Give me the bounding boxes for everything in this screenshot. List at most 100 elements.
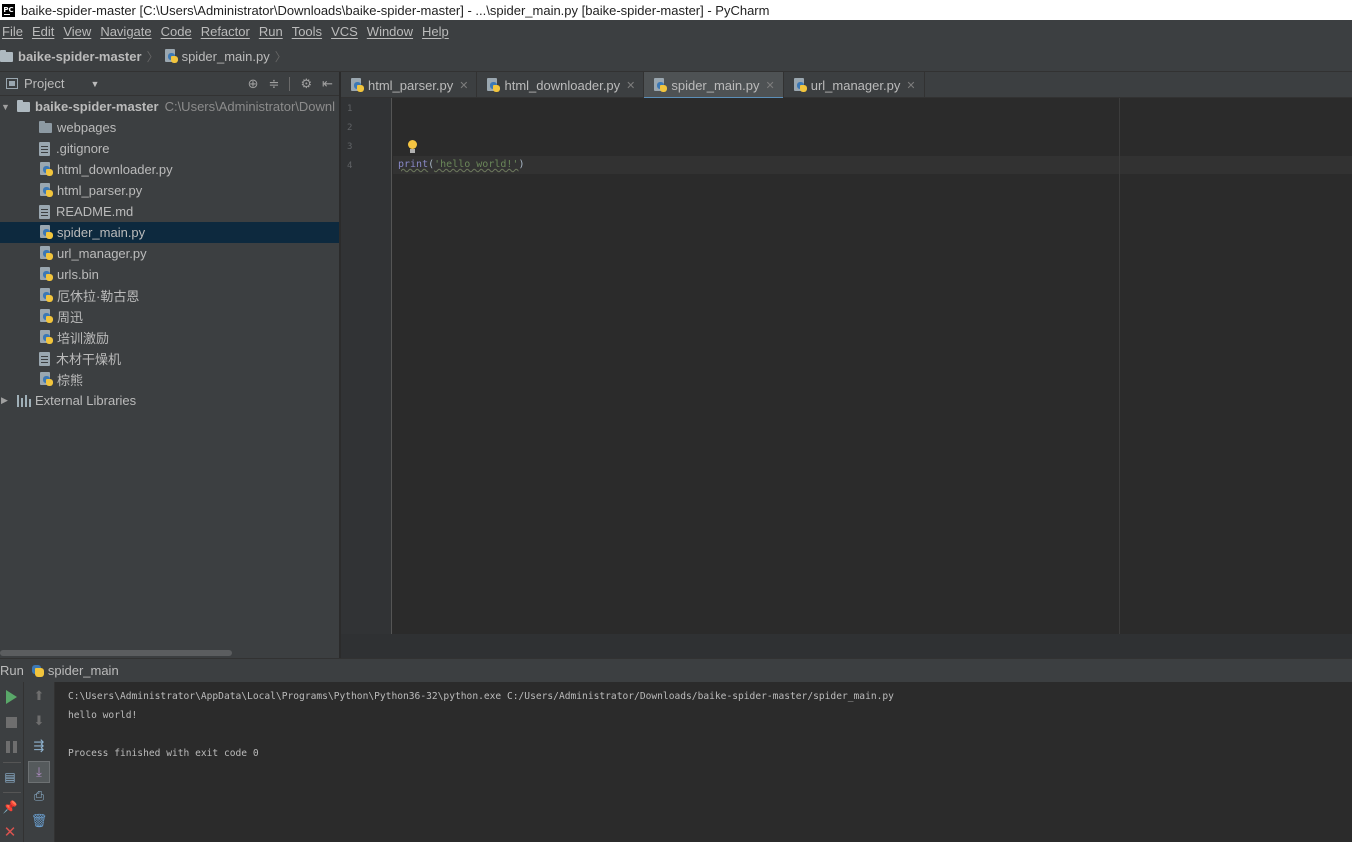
rerun-button[interactable] [3, 689, 19, 705]
run-toolbar-secondary: ⬆ ⬇ ⇶ ⤓ ⎙ 🗑 [24, 682, 55, 842]
tree-item-label: 培训激励 [57, 331, 110, 346]
tree-item-label: html_parser.py [57, 183, 143, 198]
line-number-gutter: 1 2 3 4 [341, 98, 392, 634]
tree-item-label: urls.bin [57, 267, 99, 282]
menu-code[interactable]: Code [157, 24, 196, 39]
tree-item-label: html_downloader.py [57, 162, 173, 177]
tree-item-spider-main[interactable]: spider_main.py [0, 222, 339, 243]
collapse-all-icon[interactable]: ≑ [269, 76, 280, 92]
hide-panel-icon[interactable]: ⇤ [322, 76, 333, 92]
window-title: baike-spider-master [C:\Users\Administra… [21, 2, 770, 18]
libraries-icon [17, 394, 31, 407]
pause-button[interactable] [3, 739, 19, 755]
menu-edit[interactable]: Edit [28, 24, 58, 39]
tree-item-label: 周迅 [57, 310, 84, 325]
tree-item-file[interactable]: 棕熊 [0, 369, 339, 390]
restore-layout-button[interactable]: ▤ [2, 769, 18, 785]
toolbar-divider [3, 762, 21, 763]
project-tree: ▼ baike-spider-master C:\Users\Administr… [0, 96, 339, 411]
menu-help[interactable]: Help [418, 24, 453, 39]
folder-icon [39, 120, 52, 133]
chevron-down-icon[interactable]: ▼ [90, 79, 99, 89]
code-editor[interactable]: 1 2 3 4 print('hello world!') [341, 98, 1352, 634]
python-file-icon [39, 246, 53, 261]
soft-wrap-button[interactable]: ⇶ [31, 738, 47, 754]
horizontal-scrollbar[interactable] [0, 650, 232, 656]
project-view-icon [6, 78, 18, 89]
scroll-down-button[interactable]: ⬇ [31, 713, 47, 729]
line-number: 2 [347, 123, 353, 133]
menu-vcs[interactable]: VCS [327, 24, 362, 39]
gear-icon[interactable]: ⚙ [300, 76, 312, 92]
scroll-up-button[interactable]: ⬆ [31, 688, 47, 704]
soft-wrap-icon: ⇶ [33, 738, 45, 753]
python-file-icon [39, 162, 53, 177]
tab-html-downloader[interactable]: html_downloader.py ✕ [477, 72, 645, 98]
close-icon[interactable]: ✕ [459, 79, 468, 92]
tree-item-html-parser[interactable]: html_parser.py [0, 180, 339, 201]
run-config-name[interactable]: spider_main [48, 663, 119, 678]
tree-item-file[interactable]: 周迅 [0, 306, 339, 327]
tree-item-file[interactable]: 培训激励 [0, 327, 339, 348]
tree-item-file[interactable]: 木材干燥机 [0, 348, 339, 369]
menu-navigate[interactable]: Navigate [96, 24, 155, 39]
tree-item-label: .gitignore [56, 141, 110, 156]
menu-run[interactable]: Run [255, 24, 287, 39]
trash-icon: 🗑 [30, 813, 48, 828]
tab-label: html_parser.py [368, 77, 454, 93]
stop-button[interactable] [3, 714, 19, 730]
locate-file-icon[interactable]: ⊕ [248, 76, 259, 92]
tab-spider-main[interactable]: spider_main.py ✕ [644, 72, 784, 99]
expand-arrow-icon[interactable]: ▶ [1, 395, 11, 406]
clear-all-button[interactable]: 🗑 [30, 813, 48, 829]
console-line: C:\Users\Administrator\AppData\Local\Pro… [68, 691, 894, 702]
python-file-icon [30, 663, 44, 678]
expand-arrow-icon[interactable]: ▼ [1, 102, 11, 112]
lightbulb-icon[interactable] [407, 140, 417, 154]
breadcrumb-file[interactable]: spider_main.py [164, 49, 270, 64]
stop-icon [5, 716, 17, 728]
breadcrumb-project[interactable]: baike-spider-master [0, 49, 142, 64]
python-file-icon [486, 77, 501, 93]
tree-item-url-manager[interactable]: url_manager.py [0, 243, 339, 264]
scroll-to-end-button[interactable]: ⤓ [28, 761, 50, 783]
tree-root[interactable]: ▼ baike-spider-master C:\Users\Administr… [0, 96, 339, 117]
menu-refactor[interactable]: Refactor [197, 24, 254, 39]
tree-root-label: baike-spider-master [35, 99, 159, 114]
folder-icon [17, 99, 30, 112]
project-view-selector[interactable]: Project [24, 76, 64, 91]
menu-view[interactable]: View [59, 24, 95, 39]
project-panel-tools: ⊕ ≑ ⚙ ⇤ [248, 72, 333, 96]
console-line: Process finished with exit code 0 [68, 748, 259, 759]
python-file-icon [39, 372, 53, 387]
file-icon [39, 141, 50, 156]
tree-item-readme[interactable]: README.md [0, 201, 339, 222]
python-file-icon [39, 309, 53, 324]
tree-item-html-downloader[interactable]: html_downloader.py [0, 159, 339, 180]
close-icon[interactable]: ✕ [906, 79, 915, 92]
close-icon[interactable]: ✕ [766, 79, 775, 92]
code-paren: ) [518, 159, 525, 170]
python-file-icon [653, 77, 668, 93]
console-output[interactable]: C:\Users\Administrator\AppData\Local\Pro… [68, 687, 894, 763]
menu-tools[interactable]: Tools [288, 24, 326, 39]
menu-file[interactable]: File [0, 24, 27, 39]
run-toolbar-primary: ▤ 📌 ✕ [0, 682, 24, 842]
tree-item-webpages[interactable]: webpages [0, 117, 339, 138]
tab-url-manager[interactable]: url_manager.py ✕ [784, 72, 925, 98]
pin-button[interactable]: 📌 [2, 799, 18, 815]
python-file-icon [164, 49, 178, 64]
tab-html-parser[interactable]: html_parser.py ✕ [341, 72, 478, 98]
menu-window[interactable]: Window [363, 24, 417, 39]
tree-item-label: 棕熊 [57, 373, 84, 388]
tree-item-label: webpages [57, 120, 117, 135]
tree-item-external-libraries[interactable]: ▶ External Libraries [0, 390, 339, 411]
close-button[interactable]: ✕ [2, 824, 18, 841]
tree-item-urls-bin[interactable]: urls.bin [0, 264, 339, 285]
tree-item-gitignore[interactable]: .gitignore [0, 138, 339, 159]
close-icon[interactable]: ✕ [626, 79, 635, 92]
print-button[interactable]: ⎙ [31, 788, 47, 804]
code-line[interactable]: print('hello world!') [398, 159, 524, 170]
tree-item-file[interactable]: 厄休拉·勒古恩 [0, 285, 339, 306]
play-icon [5, 690, 17, 704]
